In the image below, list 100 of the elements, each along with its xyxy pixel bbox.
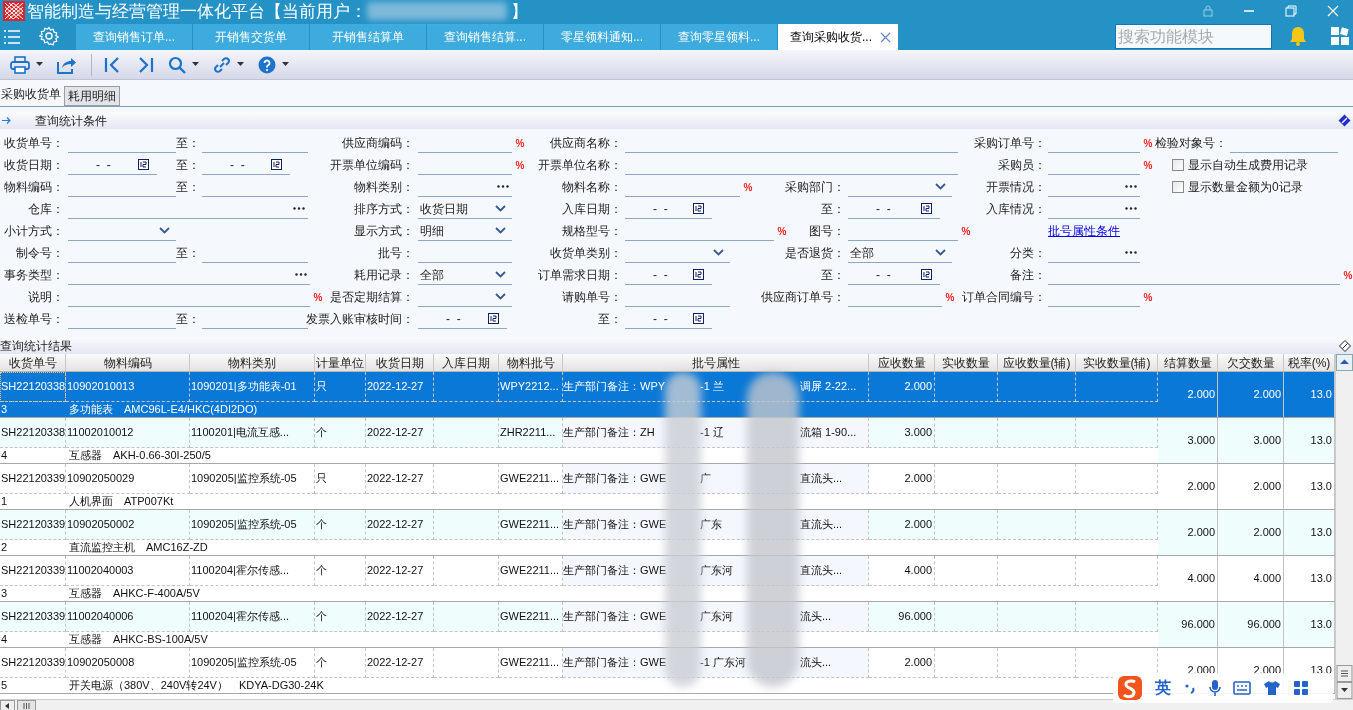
table-row[interactable]: SH22120338 10902010013 1090201|多功能表-01 只 2022-12-27 WPY2212... 生产部门备注：WPY -1 兰 调屏 2-22... 2.000 2.000 2.000 13.0 3 多功能表 AMC96L-E4/HKC(4DI2DO) [0,372,1335,418]
table-cell-text: 生产部门备注：GWE [563,609,665,625]
settings-icon[interactable] [39,26,59,46]
checkbox[interactable] [1172,159,1184,171]
shirt-icon[interactable] [1263,680,1281,696]
chevron-down-icon[interactable] [159,227,170,234]
scroll-thumb[interactable] [1336,665,1353,682]
column-header[interactable]: 批号属性 [563,354,869,371]
first-record-button[interactable] [104,55,122,74]
column-header[interactable]: 收货日期 [366,354,434,371]
menu-icon[interactable] [4,30,20,44]
date-field[interactable]: - - [202,155,290,175]
last-record-button[interactable] [136,55,154,74]
calendar-icon[interactable] [138,159,149,170]
microphone-icon[interactable] [1209,679,1221,697]
collapse-icon[interactable] [1338,114,1351,127]
caret-icon[interactable] [36,62,43,67]
field-label: 备注： [1009,267,1046,284]
column-header[interactable]: 欠交数量 [1218,354,1284,371]
calendar-icon[interactable] [271,159,282,170]
dropdown[interactable]: 全部 [848,243,952,263]
search-field[interactable]: 搜索功能模块 [1115,24,1272,49]
scroll-thumb[interactable] [17,699,36,710]
field-label: 仓库： [27,201,64,218]
date-field[interactable]: - - [625,199,712,219]
chevron-down-icon[interactable] [935,249,946,256]
table-row[interactable]: SH22120339 10902050002 1090205|监控系统-05 个 2022-12-27 GWE2211... 生产部门备注：GWE 广东 直流头... 2.000 2.000 2.000 13.0 2 直流监控主机 AMC16Z-ZD [0,510,1335,556]
column-header[interactable]: 实收数量(辅) [1076,354,1158,371]
tab[interactable]: 查询采购收货... [778,24,898,50]
date-field[interactable]: - - [418,309,507,329]
ime-logo-icon[interactable] [1117,675,1143,701]
more-icon[interactable] [1125,207,1137,210]
scroll-left-icon[interactable] [0,699,15,710]
calendar-icon[interactable] [693,203,704,214]
chevron-down-icon[interactable] [495,271,506,278]
table-row[interactable]: SH22120339 11002040003 1100204|霍尔传感... 个 2022-12-27 GWE2211... 生产部门备注：GWE 广东河 直流头... 4.000 4.000 4.000 13.0 3 互感器 AHKC-F-400A/5V [0,556,1335,602]
link[interactable]: 批号属性条件 [1048,222,1120,240]
date-field[interactable]: - - [848,265,940,285]
column-header[interactable]: 实收数量 [935,354,998,371]
chevron-down-icon[interactable] [495,227,506,234]
date-field[interactable]: - - [625,265,712,285]
caret-icon[interactable] [282,62,289,67]
date-field[interactable]: - - [68,155,157,175]
chevron-down-icon[interactable] [495,293,506,300]
field-label: 至： [175,311,200,328]
calendar-icon[interactable] [921,203,932,214]
calendar-icon[interactable] [921,269,932,280]
caret-icon[interactable] [192,62,199,67]
more-icon[interactable] [1125,185,1137,188]
table-cell: 2022-12-27 [366,602,434,632]
table-row[interactable]: SH22120339 10902050029 1090205|监控系统-05 只 2022-12-27 GWE2211... 生产部门备注：GWE 广 直流头... 2.000 2.000 2.000 13.0 1 人机界面 ATP007Kt [0,464,1335,510]
vertical-scrollbar[interactable] [1335,354,1353,699]
dropdown[interactable]: 全部 [418,265,512,285]
scroll-down-icon[interactable] [1336,682,1353,699]
caret-icon[interactable] [237,62,244,67]
more-icon[interactable] [1125,251,1137,254]
column-header[interactable]: 应收数量(辅) [998,354,1076,371]
keyboard-icon[interactable] [1233,681,1251,695]
help-button[interactable] [258,55,276,74]
date-field[interactable]: - - [625,309,712,329]
close-icon[interactable] [880,31,891,43]
dropdown[interactable]: 收货日期 [418,199,512,219]
apps-icon[interactable] [1331,27,1349,45]
chevron-down-icon[interactable] [495,205,506,212]
bell-icon[interactable] [1289,26,1307,46]
column-header[interactable]: 物料编码 [66,354,190,371]
print-button[interactable] [10,55,30,74]
calendar-icon[interactable] [488,313,499,324]
calendar-icon[interactable] [693,269,704,280]
column-header[interactable]: 物料批号 [499,354,563,371]
restore-icon[interactable] [1285,5,1297,17]
checkbox[interactable] [1172,181,1184,193]
share-button[interactable] [57,55,77,74]
link-button[interactable] [213,55,231,74]
sub-tab[interactable]: 耗用明细 [64,86,120,106]
column-header[interactable]: 收货单号 [0,354,66,371]
calendar-icon[interactable] [693,313,704,324]
more-icon[interactable] [295,273,307,276]
table-row[interactable]: SH22120339 11002040006 1100204|霍尔传感... 个 2022-12-27 GWE2211... 生产部门备注：GWE 广东河 流头... 96.000 96.000 96.000 13.0 4 互感器 AHKC-BS-100A/5V [0,602,1335,648]
grid-icon[interactable] [1293,680,1309,696]
column-header[interactable]: 结算数量 [1158,354,1218,371]
column-header[interactable]: 入库日期 [434,354,499,371]
arrow-icon[interactable] [2,116,11,125]
column-header[interactable]: 计量单位 [315,354,366,371]
more-icon[interactable] [293,207,305,210]
table-cell-text: 直流头... [800,471,844,487]
table-row[interactable]: SH22120338 11002010012 1100201|电流互感... 个 2022-12-27 ZHR2211... 生产部门备注：ZH -1 辽 流箱 1-90... 3.000 3.000 3.000 13.0 4 互感器 AKH-0.66-30I-250/5 [0,418,1335,464]
table-cell-text: -1 辽 [700,425,725,441]
chevron-down-icon[interactable] [713,249,724,256]
horizontal-scrollbar[interactable] [0,699,1353,710]
column-header[interactable]: 应收数量 [869,354,935,371]
search-button[interactable] [168,55,186,74]
scroll-up-icon[interactable] [1336,354,1353,371]
collapse-icon[interactable] [1339,339,1351,352]
date-field[interactable]: - - [848,199,940,219]
dropdown[interactable]: 明细 [418,221,512,241]
field-label: 是否退货： [784,245,845,262]
column-header[interactable]: 物料类别 [190,354,315,371]
chevron-down-icon[interactable] [935,183,946,190]
more-icon[interactable] [497,185,509,188]
